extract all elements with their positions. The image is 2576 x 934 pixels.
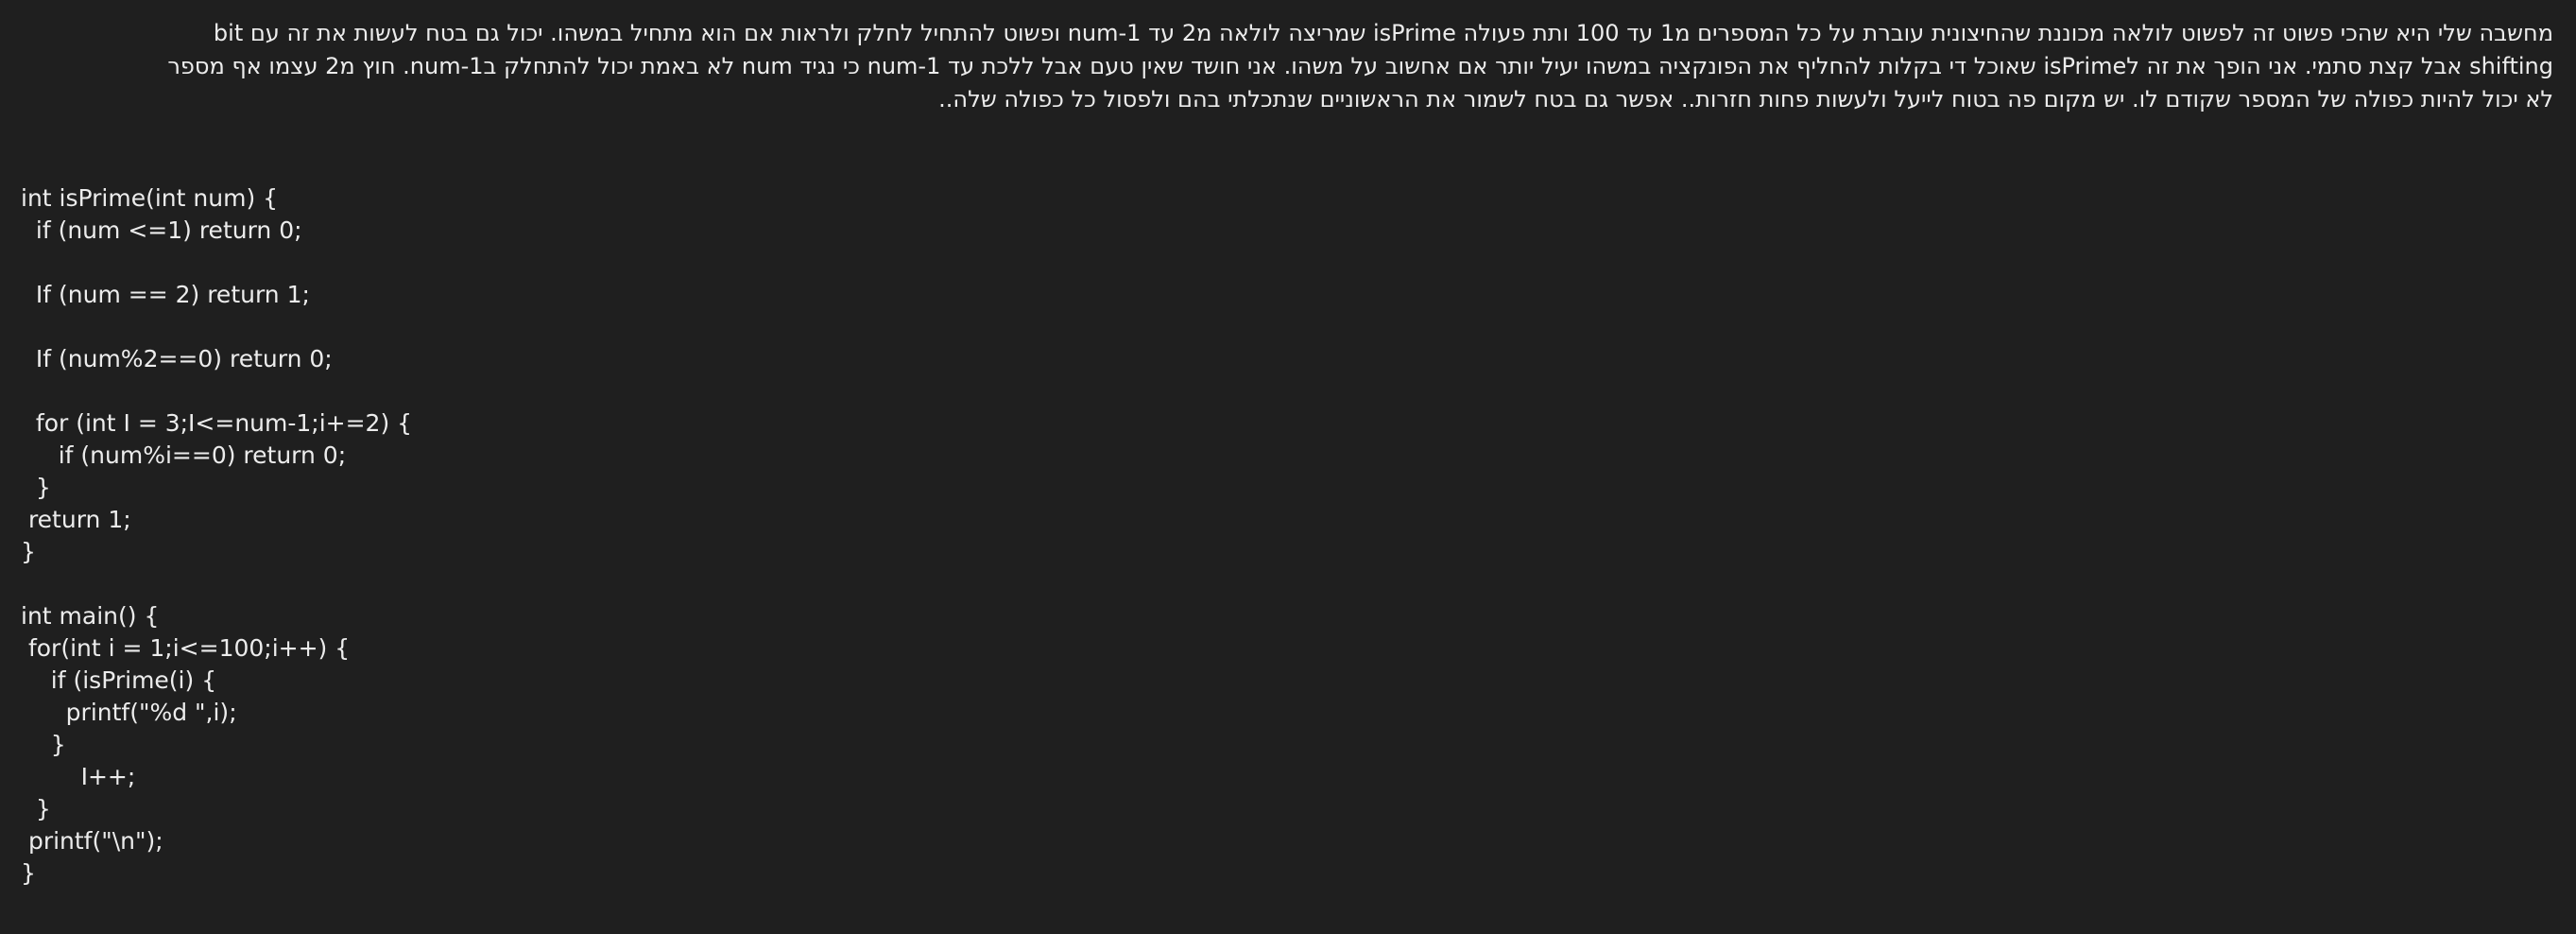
code-line: printf("\n");	[21, 827, 163, 855]
code-line: int isPrime(int num) {	[21, 184, 279, 212]
hebrew-paragraph: מחשבה שלי היא שהכי פשוט זה לפשוט לולאה מ…	[21, 17, 2553, 116]
paragraph-line: מחשבה שלי היא שהכי פשוט זה לפשוט לולאה מ…	[213, 20, 2553, 46]
code-line: int main() {	[21, 602, 160, 630]
code-line: If (num%2==0) return 0;	[21, 345, 333, 372]
code-block: int isPrime(int num) { if (num <=1) retu…	[21, 182, 412, 890]
code-line: for (int I = 3;I<=num-1;i+=2) {	[21, 409, 413, 437]
code-line: return 1;	[21, 506, 131, 533]
code-line: I++;	[21, 763, 136, 790]
code-line: printf("%d ",i);	[21, 699, 237, 726]
code-line: }	[21, 731, 66, 758]
code-line: }	[21, 859, 36, 887]
code-line: if (num <=1) return 0;	[21, 216, 302, 244]
code-line: if (isPrime(i) {	[21, 666, 217, 694]
text-editor[interactable]: מחשבה שלי היא שהכי פשוט זה לפשוט לולאה מ…	[0, 0, 2576, 934]
code-line: If (num == 2) return 1;	[21, 281, 310, 308]
code-line: }	[21, 474, 51, 501]
paragraph-line: shifting אבל קצת סתמי. אני הופך את זה לi…	[167, 53, 2553, 79]
code-line: for(int i = 1;i<=100;i++) {	[21, 634, 351, 662]
code-line: }	[21, 538, 36, 565]
paragraph-line: לא יכול להיות כפולה של המספר שקודם לו. י…	[938, 86, 2553, 112]
code-line: if (num%i==0) return 0;	[21, 441, 347, 469]
code-line: }	[21, 795, 51, 822]
